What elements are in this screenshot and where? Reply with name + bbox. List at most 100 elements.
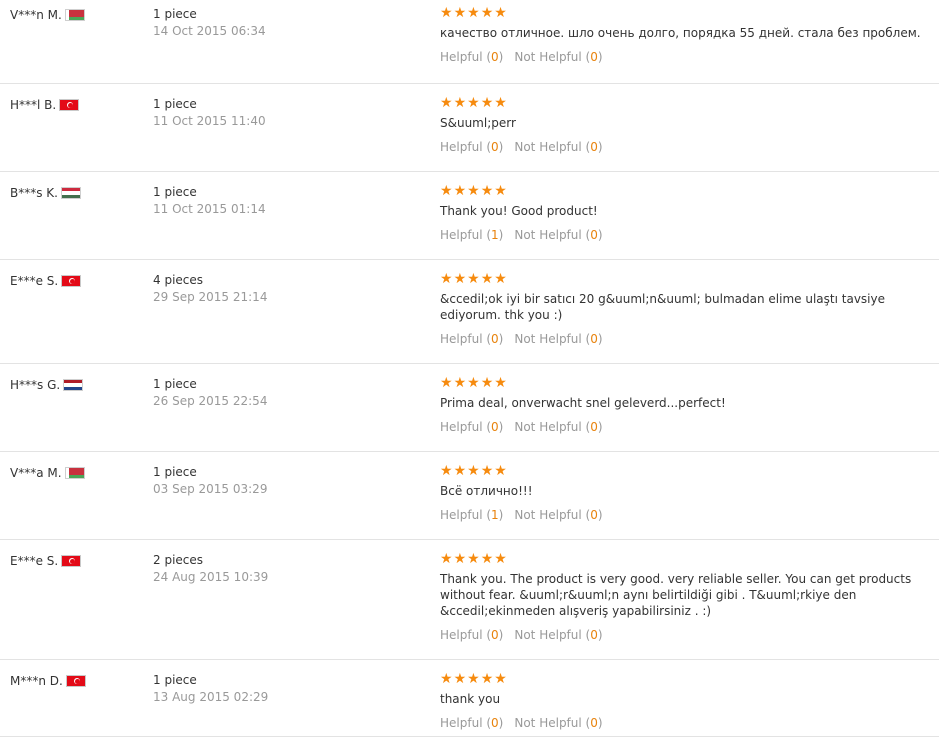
buyer-name: E***e S. [10,274,59,288]
star-icon: ★ [440,375,453,391]
star-icon: ★ [480,183,494,199]
not-helpful-label: Not Helpful [514,228,582,242]
order-info: 1 piece 13 Aug 2015 02:29 [153,673,268,704]
review-text: thank you [440,692,501,706]
not-helpful-count: 0 [590,140,598,154]
review-votes: Helpful (0) Not Helpful (0) [440,332,938,346]
flag-tr-icon [65,675,86,687]
helpful-label: Helpful [440,508,483,522]
review-content: ★ ★ ★ ★ ★ Prima deal, onverwacht snel gelever… [440,376,938,434]
buyer-info: B***s K. [10,186,81,200]
review-content: ★ ★ ★ ★ ★ качество отличное. шло очень долго,… [440,6,938,64]
buyer-info: E***e S. [10,554,82,568]
review-content: ★ ★ ★ ★ ★ S&uuml;perr Helpful (0) Not Helpful (… [440,96,938,154]
flag-by-icon [64,9,85,21]
helpful-button[interactable]: Helpful (0) [440,628,503,642]
review-content: ★ ★ ★ ★ ★ thank you Helpful (0) Not Helpful (0) [440,672,938,730]
star-icon: ★ [440,183,453,199]
buyer-info: H***s G. [10,378,84,392]
star-icon: ★ [494,551,507,567]
helpful-label: Helpful [440,50,483,64]
not-helpful-count: 0 [590,50,598,64]
buyer-info: H***l B. [10,98,80,112]
star-icon: ★ [494,463,507,479]
not-helpful-button[interactable]: Not Helpful (0) [514,420,602,434]
star-icon: ★ [480,271,494,287]
star-icon: ★ [480,95,494,111]
not-helpful-button[interactable]: Not Helpful (0) [514,628,602,642]
order-quantity: 1 piece [153,185,197,199]
buyer-name: V***n M. [10,8,62,22]
not-helpful-button[interactable]: Not Helpful (0) [514,140,602,154]
review-votes: Helpful (0) Not Helpful (0) [440,140,938,154]
star-icon: ★ [440,271,453,287]
helpful-button[interactable]: Helpful (0) [440,50,503,64]
star-rating: ★ ★ ★ ★ ★ [440,6,938,20]
buyer-name: M***n D. [10,674,63,688]
buyer-name: V***a M. [10,466,62,480]
star-icon: ★ [453,183,467,199]
helpful-button[interactable]: Helpful (0) [440,420,503,434]
flag-ornament [65,468,69,478]
helpful-button[interactable]: Helpful (1) [440,228,503,242]
helpful-count: 0 [491,716,499,730]
not-helpful-button[interactable]: Not Helpful (0) [514,332,602,346]
buyer-name: H***l B. [10,98,57,112]
star-icon: ★ [440,551,453,567]
not-helpful-button[interactable]: Not Helpful (0) [514,228,602,242]
order-info: 2 pieces 24 Aug 2015 10:39 [153,553,268,584]
helpful-label: Helpful [440,140,483,154]
not-helpful-button[interactable]: Not Helpful (0) [514,716,602,730]
star-icon: ★ [440,463,453,479]
review-item: H***s G. 1 piece 26 Sep 2015 22:54 ★ ★ ★ ★ ★ Pri… [0,364,939,452]
star-icon: ★ [494,375,507,391]
helpful-button[interactable]: Helpful (0) [440,332,503,346]
star-rating: ★ ★ ★ ★ ★ [440,672,938,686]
star-icon: ★ [480,551,494,567]
review-content: ★ ★ ★ ★ ★ Всё отлично!!! Helpful (1) Not Helpfu… [440,464,938,522]
review-votes: Helpful (0) Not Helpful (0) [440,50,938,64]
review-content: ★ ★ ★ ★ ★ Thank you! Good product! Helpful (1)… [440,184,938,242]
helpful-button[interactable]: Helpful (1) [440,508,503,522]
star-icon: ★ [467,271,480,287]
star-icon: ★ [453,551,467,567]
helpful-label: Helpful [440,228,483,242]
helpful-button[interactable]: Helpful (0) [440,140,503,154]
not-helpful-label: Not Helpful [514,716,582,730]
review-date: 11 Oct 2015 01:14 [153,202,266,216]
order-info: 1 piece 14 Oct 2015 06:34 [153,7,266,38]
review-item: E***e S. 2 pieces 24 Aug 2015 10:39 ★ ★ ★ ★ ★ Th… [0,540,939,660]
not-helpful-count: 0 [590,332,598,346]
buyer-info: V***n M. [10,8,85,22]
star-icon: ★ [467,95,480,111]
not-helpful-count: 0 [590,508,598,522]
star-icon: ★ [440,5,453,21]
order-info: 1 piece 11 Oct 2015 11:40 [153,97,266,128]
not-helpful-button[interactable]: Not Helpful (0) [514,50,602,64]
star-icon: ★ [467,183,480,199]
star-icon: ★ [480,375,494,391]
flag-tr-icon [61,555,82,567]
flag-nl-icon [63,379,84,391]
star-icon: ★ [453,463,467,479]
star-rating: ★ ★ ★ ★ ★ [440,376,938,390]
flag-crescent-inner [70,279,76,284]
review-item: V***a M. 1 piece 03 Sep 2015 03:29 ★ ★ ★ ★ ★ Всё… [0,452,939,540]
review-votes: Helpful (1) Not Helpful (0) [440,228,938,242]
review-date: 24 Aug 2015 10:39 [153,570,269,584]
review-text: S&uuml;perr [440,116,516,130]
order-quantity: 1 piece [153,7,197,21]
review-item: V***n M. 1 piece 14 Oct 2015 06:34 ★ ★ ★ ★ ★ кач… [0,0,939,84]
helpful-label: Helpful [440,716,483,730]
star-icon: ★ [480,463,494,479]
not-helpful-count: 0 [590,228,598,242]
not-helpful-label: Not Helpful [514,420,582,434]
buyer-name: B***s K. [10,186,58,200]
not-helpful-button[interactable]: Not Helpful (0) [514,508,602,522]
helpful-label: Helpful [440,628,483,642]
helpful-count: 0 [491,332,499,346]
review-votes: Helpful (0) Not Helpful (0) [440,628,938,642]
star-icon: ★ [453,671,467,687]
helpful-button[interactable]: Helpful (0) [440,716,503,730]
order-quantity: 1 piece [153,673,197,687]
